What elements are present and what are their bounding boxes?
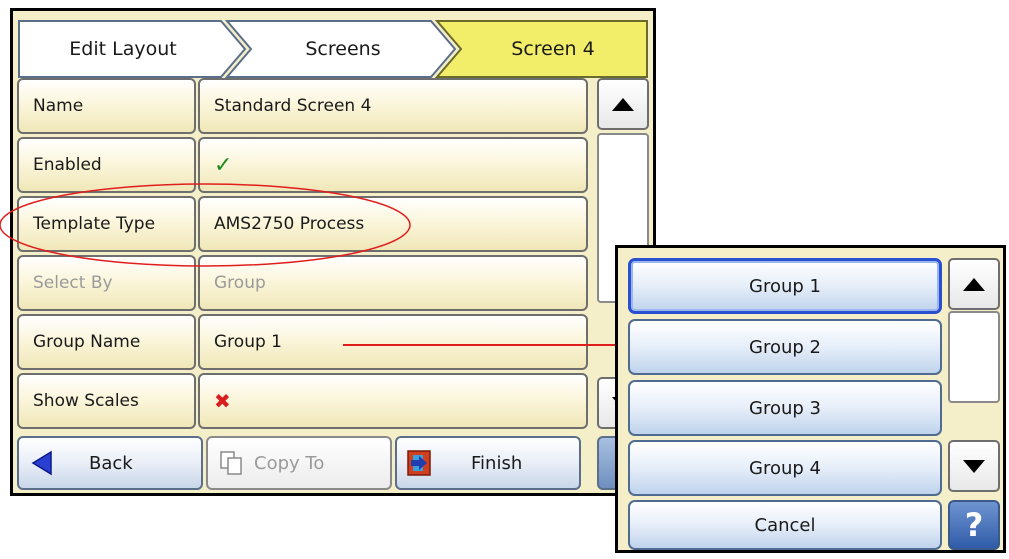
select-by-label: Select By (17, 255, 196, 311)
enabled-label: Enabled (17, 137, 196, 193)
help-button[interactable]: ? (948, 500, 1000, 550)
copy-to-label: Copy To (254, 452, 325, 474)
finish-icon (407, 450, 431, 476)
name-field[interactable]: Standard Screen 4 (198, 78, 588, 134)
popup-scrollbar-thumb[interactable] (948, 311, 1000, 403)
back-button[interactable]: Back (17, 436, 203, 490)
check-icon: ✓ (214, 152, 233, 178)
cross-icon: ✖ (214, 389, 231, 413)
template-type-label: Template Type (17, 196, 196, 252)
group-select-popup: Group 1 Group 2 Group 3 Group 4 Cancel ? (615, 245, 1006, 553)
copy-icon (220, 451, 242, 475)
enabled-toggle[interactable]: ✓ (198, 137, 588, 193)
breadcrumb-current: Screen 4 (511, 38, 595, 60)
group-name-field[interactable]: Group 1 (198, 314, 588, 370)
select-by-field: Group (198, 255, 588, 311)
arrow-down-icon (963, 459, 985, 473)
popup-scroll-down-button[interactable] (948, 440, 1000, 492)
left-arrow-icon (31, 450, 52, 476)
name-label: Name (17, 78, 196, 134)
copy-to-button: Copy To (206, 436, 392, 490)
arrow-up-icon (963, 277, 985, 291)
group-option-4[interactable]: Group 4 (628, 440, 942, 496)
breadcrumb-edit-layout[interactable]: Edit Layout (23, 21, 223, 77)
show-scales-label: Show Scales (17, 373, 196, 429)
scroll-up-button[interactable] (597, 78, 649, 130)
popup-scroll-up-button[interactable] (948, 258, 1000, 310)
breadcrumb-screens[interactable]: Screens (253, 21, 433, 77)
arrow-up-icon (612, 97, 634, 111)
finish-label: Finish (471, 452, 523, 474)
finish-button[interactable]: Finish (395, 436, 581, 490)
group-option-1[interactable]: Group 1 (628, 258, 942, 314)
template-type-field[interactable]: AMS2750 Process (198, 196, 588, 252)
group-option-3[interactable]: Group 3 (628, 380, 942, 436)
question-mark-icon: ? (964, 506, 984, 544)
show-scales-toggle[interactable]: ✖ (198, 373, 588, 429)
cancel-button[interactable]: Cancel (628, 500, 942, 550)
group-option-2[interactable]: Group 2 (628, 319, 942, 375)
back-label: Back (89, 452, 133, 474)
group-name-label: Group Name (17, 314, 196, 370)
screen-settings-panel: Edit Layout Screens Screen 4 Name Standa… (10, 8, 656, 496)
